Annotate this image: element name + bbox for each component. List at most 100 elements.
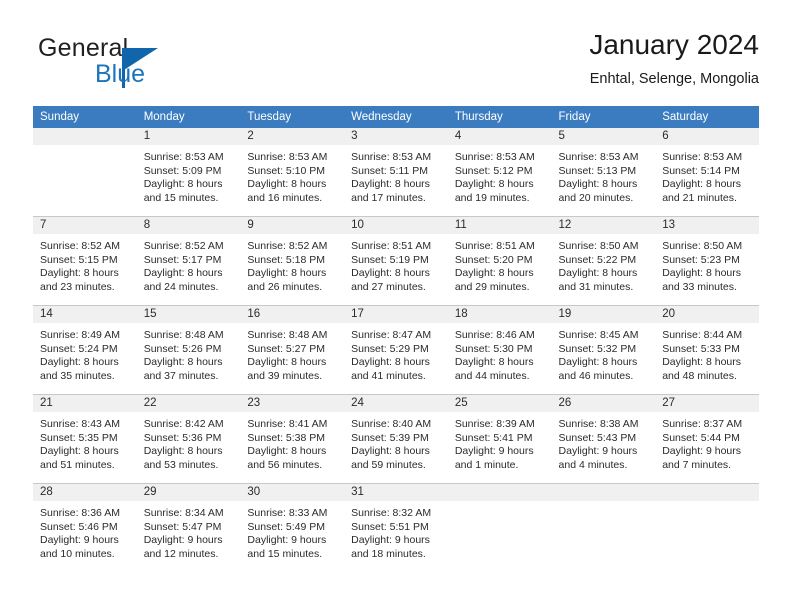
daylight-text: Daylight: 8 hours <box>247 445 327 458</box>
day-number <box>655 484 759 501</box>
sunset-text: Sunset: 5:39 PM <box>351 431 429 444</box>
day-cell-inner: 6 Sunrise: 8:53 AM Sunset: 5:14 PM Daylight… <box>655 128 759 216</box>
sunset-text: Sunset: 5:30 PM <box>454 342 533 355</box>
calendar-day-cell[interactable]: 18 Sunrise: 8:46 AM Sunset: 5:30 PM Dayligh… <box>447 305 552 395</box>
sunrise-text: Sunrise: 8:39 AM <box>454 418 535 430</box>
daylight-text: Daylight: 8 hours <box>558 178 638 191</box>
calendar-day-cell[interactable]: 23 Sunrise: 8:41 AM Sunset: 5:38 PM Dayligh… <box>240 394 345 484</box>
sunset-text: Sunset: 5:35 PM <box>40 431 118 444</box>
calendar-day-cell[interactable]: 7 Sunrise: 8:52 AM Sunset: 5:15 PM Daylight… <box>33 216 137 306</box>
sunrise-text: Sunrise: 8:51 AM <box>454 240 535 252</box>
calendar-day-cell[interactable]: 11 Sunrise: 8:51 AM Sunset: 5:20 PM Dayligh… <box>447 216 552 306</box>
calendar-day-cell[interactable]: 26 Sunrise: 8:38 AM Sunset: 5:43 PM Dayligh… <box>551 394 656 484</box>
sunrise-text: Sunrise: 8:36 AM <box>40 507 120 519</box>
calendar-day-cell[interactable]: 4 Sunrise: 8:53 AM Sunset: 5:12 PM Daylight… <box>447 128 552 217</box>
day-details: Sunrise: 8:48 AM Sunset: 5:26 PM Daylight:… <box>137 323 241 383</box>
daylight-text-cont: and 4 minutes. <box>558 458 628 471</box>
calendar-day-cell[interactable]: 24 Sunrise: 8:40 AM Sunset: 5:39 PM Dayligh… <box>344 394 448 484</box>
sunset-text: Sunset: 5:11 PM <box>351 164 428 177</box>
calendar-day-cell[interactable]: 1 Sunrise: 8:53 AM Sunset: 5:09 PM Daylight… <box>136 128 241 217</box>
day-number: 26 <box>551 395 656 412</box>
day-cell-inner: 14 Sunrise: 8:49 AM Sunset: 5:24 PM Dayligh… <box>33 306 137 394</box>
sunset-text: Sunset: 5:33 PM <box>662 342 740 355</box>
day-cell-inner: 24 Sunrise: 8:40 AM Sunset: 5:39 PM Dayligh… <box>344 395 448 483</box>
sunrise-text: Sunrise: 8:50 AM <box>662 240 743 252</box>
sunrise-text: Sunrise: 8:53 AM <box>247 151 328 163</box>
day-cell-inner: 8 Sunrise: 8:52 AM Sunset: 5:17 PM Daylight… <box>136 217 241 305</box>
weekday-header-tuesday: Tuesday <box>240 106 345 128</box>
calendar-day-cell[interactable]: 16 Sunrise: 8:48 AM Sunset: 5:27 PM Dayligh… <box>240 305 345 395</box>
daylight-text: Daylight: 8 hours <box>247 267 327 280</box>
calendar-week-row: 28 Sunrise: 8:36 AM Sunset: 5:46 PM Dayligh… <box>33 483 759 572</box>
daylight-text: Daylight: 8 hours <box>143 445 223 458</box>
sunset-text: Sunset: 5:36 PM <box>143 431 222 444</box>
daylight-text-cont: and 27 minutes. <box>351 280 426 293</box>
calendar-day-cell[interactable]: 28 Sunrise: 8:36 AM Sunset: 5:46 PM Dayligh… <box>33 483 137 572</box>
sunset-text: Sunset: 5:14 PM <box>662 164 740 177</box>
calendar-day-cell[interactable]: 25 Sunrise: 8:39 AM Sunset: 5:41 PM Dayligh… <box>447 394 552 484</box>
calendar-day-cell[interactable]: 8 Sunrise: 8:52 AM Sunset: 5:17 PM Daylight… <box>136 216 241 306</box>
calendar-empty-cell <box>447 483 552 572</box>
calendar-day-cell[interactable]: 19 Sunrise: 8:45 AM Sunset: 5:32 PM Dayligh… <box>551 305 656 395</box>
calendar-day-cell[interactable]: 2 Sunrise: 8:53 AM Sunset: 5:10 PM Daylight… <box>240 128 345 217</box>
day-number: 5 <box>551 128 656 145</box>
calendar-day-cell[interactable]: 31 Sunrise: 8:32 AM Sunset: 5:51 PM Dayligh… <box>344 483 448 572</box>
daylight-text: Daylight: 8 hours <box>558 356 638 369</box>
daylight-text-cont: and 12 minutes. <box>143 547 219 560</box>
day-number: 31 <box>344 484 448 501</box>
daylight-text-cont: and 23 minutes. <box>40 280 115 293</box>
calendar-day-cell[interactable]: 29 Sunrise: 8:34 AM Sunset: 5:47 PM Dayligh… <box>136 483 241 572</box>
day-details: Sunrise: 8:40 AM Sunset: 5:39 PM Daylight:… <box>344 412 448 472</box>
calendar-header-row: Sunday Monday Tuesday Wednesday Thursday Frid… <box>33 106 759 128</box>
calendar-day-cell[interactable]: 12 Sunrise: 8:50 AM Sunset: 5:22 PM Dayligh… <box>551 216 656 306</box>
sunrise-text: Sunrise: 8:40 AM <box>351 418 432 430</box>
page-subtitle: Enhtal, Selenge, Mongolia <box>589 71 759 87</box>
daylight-text-cont: and 51 minutes. <box>40 458 115 471</box>
day-cell-inner: 30 Sunrise: 8:33 AM Sunset: 5:49 PM Dayligh… <box>240 484 345 572</box>
calendar-day-cell[interactable]: 14 Sunrise: 8:49 AM Sunset: 5:24 PM Dayligh… <box>33 305 137 395</box>
daylight-text: Daylight: 8 hours <box>662 356 742 369</box>
calendar-day-cell[interactable]: 5 Sunrise: 8:53 AM Sunset: 5:13 PM Daylight… <box>551 128 656 217</box>
daylight-text: Daylight: 9 hours <box>247 534 327 547</box>
day-cell-inner: 27 Sunrise: 8:37 AM Sunset: 5:44 PM Dayligh… <box>655 395 759 483</box>
sunset-text: Sunset: 5:27 PM <box>247 342 326 355</box>
calendar-day-cell[interactable]: 30 Sunrise: 8:33 AM Sunset: 5:49 PM Dayligh… <box>240 483 345 572</box>
calendar-day-cell[interactable]: 17 Sunrise: 8:47 AM Sunset: 5:29 PM Dayligh… <box>344 305 448 395</box>
sunset-text: Sunset: 5:26 PM <box>143 342 222 355</box>
sunrise-text: Sunrise: 8:53 AM <box>143 151 224 163</box>
calendar-day-cell[interactable]: 10 Sunrise: 8:51 AM Sunset: 5:19 PM Dayligh… <box>344 216 448 306</box>
calendar-day-cell[interactable]: 22 Sunrise: 8:42 AM Sunset: 5:36 PM Dayligh… <box>136 394 241 484</box>
daylight-text: Daylight: 8 hours <box>351 445 430 458</box>
daylight-text-cont: and 33 minutes. <box>662 280 737 293</box>
day-details: Sunrise: 8:53 AM Sunset: 5:14 PM Daylight:… <box>655 145 759 205</box>
sunrise-text: Sunrise: 8:53 AM <box>662 151 743 163</box>
calendar-day-cell[interactable]: 13 Sunrise: 8:50 AM Sunset: 5:23 PM Dayligh… <box>655 216 759 306</box>
sunrise-text: Sunrise: 8:45 AM <box>558 329 639 341</box>
weekday-header-monday: Monday <box>136 106 241 128</box>
calendar-day-cell[interactable]: 27 Sunrise: 8:37 AM Sunset: 5:44 PM Dayligh… <box>655 394 759 484</box>
day-number <box>33 128 137 145</box>
calendar-day-cell[interactable]: 21 Sunrise: 8:43 AM Sunset: 5:35 PM Dayligh… <box>33 394 137 484</box>
calendar-day-cell[interactable]: 15 Sunrise: 8:48 AM Sunset: 5:26 PM Dayligh… <box>136 305 241 395</box>
day-details: Sunrise: 8:49 AM Sunset: 5:24 PM Daylight:… <box>33 323 137 383</box>
daylight-text-cont: and 19 minutes. <box>454 191 530 204</box>
calendar-day-cell[interactable]: 9 Sunrise: 8:52 AM Sunset: 5:18 PM Daylight… <box>240 216 345 306</box>
day-details: Sunrise: 8:51 AM Sunset: 5:20 PM Daylight:… <box>448 234 552 294</box>
sunrise-text: Sunrise: 8:44 AM <box>662 329 743 341</box>
day-cell-inner: 13 Sunrise: 8:50 AM Sunset: 5:23 PM Dayligh… <box>655 217 759 305</box>
day-cell-inner: 16 Sunrise: 8:48 AM Sunset: 5:27 PM Dayligh… <box>240 306 345 394</box>
day-cell-inner: 7 Sunrise: 8:52 AM Sunset: 5:15 PM Daylight… <box>33 217 137 305</box>
day-details: Sunrise: 8:39 AM Sunset: 5:41 PM Daylight:… <box>448 412 552 472</box>
sunrise-text: Sunrise: 8:32 AM <box>351 507 432 519</box>
sunrise-text: Sunrise: 8:38 AM <box>558 418 639 430</box>
calendar-day-cell[interactable]: 6 Sunrise: 8:53 AM Sunset: 5:14 PM Daylight… <box>655 128 759 217</box>
day-details <box>552 501 656 507</box>
daylight-text: Daylight: 8 hours <box>247 178 327 191</box>
day-number: 3 <box>344 128 448 145</box>
day-number: 14 <box>33 306 137 323</box>
calendar-day-cell[interactable]: 20 Sunrise: 8:44 AM Sunset: 5:33 PM Dayligh… <box>655 305 759 395</box>
daylight-text: Daylight: 8 hours <box>143 178 223 191</box>
calendar-day-cell[interactable]: 3 Sunrise: 8:53 AM Sunset: 5:11 PM Daylight… <box>344 128 448 217</box>
page-header: General Blue January 2024 Enhtal, Seleng… <box>33 28 759 100</box>
general-blue-logo[interactable]: General Blue <box>38 34 218 94</box>
